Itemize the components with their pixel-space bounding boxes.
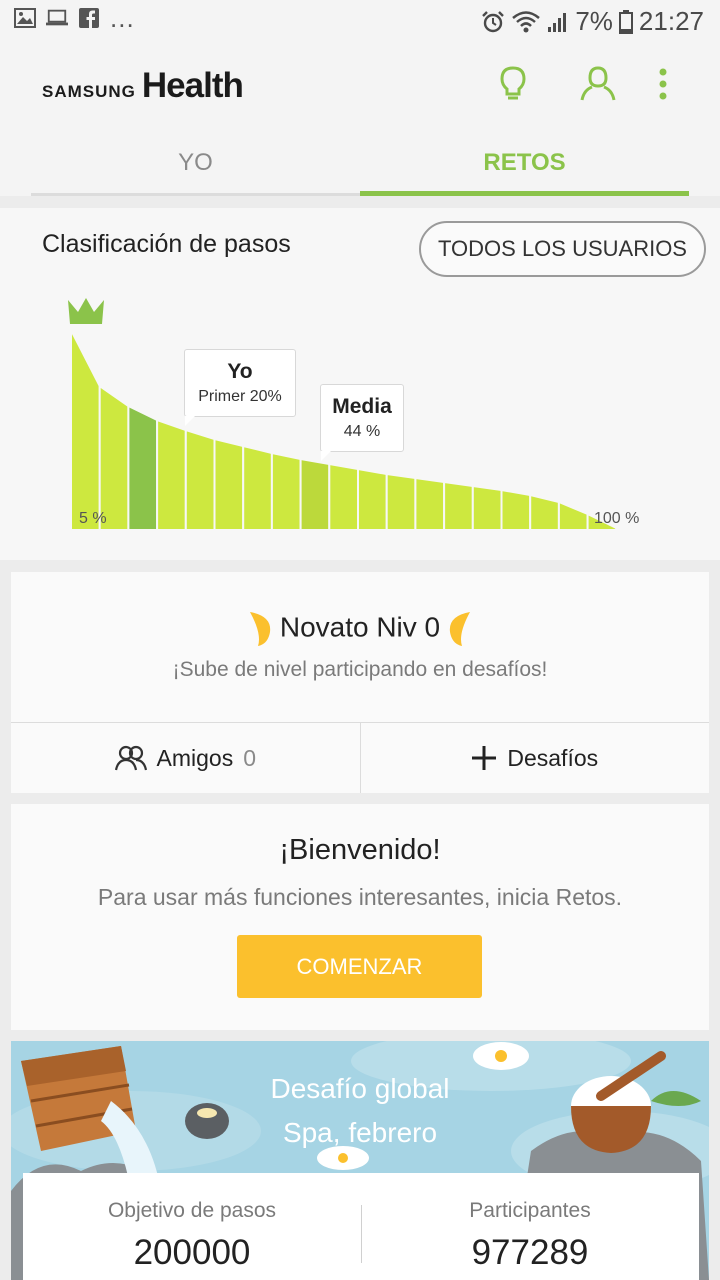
ranking-bar-4: [156, 418, 187, 531]
more-options-icon[interactable]: [643, 64, 683, 104]
challenge-title-line1: Desafío global: [270, 1073, 450, 1104]
ranking-bar-15: [471, 484, 503, 531]
more-notifications-indicator: ...: [110, 3, 135, 33]
friends-button[interactable]: Amigos 0: [11, 723, 360, 793]
battery-percent: 7%: [575, 6, 613, 36]
ranking-bar-5: [184, 428, 216, 531]
logo-samsung-text: SAMSUNG: [42, 82, 136, 101]
image-notification-icon: [14, 8, 36, 28]
ranking-bar-16: [500, 488, 532, 531]
tab-yo[interactable]: YO: [31, 136, 360, 196]
ranking-bar-14: [443, 480, 474, 531]
ranking-bar-7: [242, 444, 273, 531]
axis-start-label: 5 %: [79, 510, 107, 527]
ranking-bar-10: [328, 462, 359, 531]
participants-stat: Participantes 977289: [361, 1199, 699, 1273]
ranking-bar-8: [270, 451, 302, 531]
tab-retos[interactable]: RETOS: [360, 136, 689, 196]
status-bar: ... 7% 21:27: [0, 0, 720, 44]
challenge-title-line2: Spa, febrero: [282, 1117, 438, 1148]
battery-icon: [618, 9, 633, 34]
crown-icon: [68, 298, 104, 324]
level-heading: Novato Niv 0: [11, 610, 709, 648]
ranking-bar-11: [357, 467, 388, 531]
level-subtitle: ¡Sube de nivel participando en desafíos!: [172, 658, 548, 681]
logo-health-text: Health: [141, 66, 244, 105]
app-header: SAMSUNG Health YO RETOS: [0, 44, 720, 196]
goal-stat: Objetivo de pasos 200000: [23, 1199, 361, 1273]
ranking-bar-3: [127, 404, 159, 531]
challenges-button[interactable]: Desafíos: [359, 723, 710, 793]
ranking-bar-1: [70, 329, 101, 531]
ranking-bar-2: [98, 384, 130, 531]
steps-ranking-card: Clasificación de pasos TODOS LOS USUARIO…: [0, 208, 720, 560]
ranking-bar-9: [299, 457, 331, 531]
laptop-notification-icon: [46, 9, 68, 26]
level-title: Novato Niv 0: [279, 611, 441, 643]
challenges-label: Desafíos: [507, 744, 599, 771]
ranking-title: Clasificación de pasos: [42, 230, 291, 258]
participants-value: 977289: [471, 1233, 589, 1272]
signal-icon: [548, 12, 567, 32]
welcome-title: ¡Bienvenido!: [279, 834, 441, 866]
friends-icon: [114, 745, 147, 771]
average-rank-value: 44 %: [343, 423, 381, 440]
samsung-health-logo: SAMSUNG Health: [42, 66, 244, 106]
clock: 21:27: [638, 6, 704, 36]
ranking-bar-20: [615, 526, 646, 531]
goal-label: Objetivo de pasos: [107, 1199, 277, 1222]
profile-icon[interactable]: [578, 64, 618, 104]
friends-count: 0: [243, 744, 256, 771]
welcome-subtitle: Para usar más funciones interesantes, in…: [97, 884, 623, 910]
ranking-bar-17: [529, 493, 560, 531]
all-users-button[interactable]: TODOS LOS USUARIOS: [419, 221, 706, 277]
goal-value: 200000: [133, 1233, 251, 1272]
challenge-title: Desafío global Spa, febrero: [11, 1067, 709, 1155]
average-rank-title: Media: [332, 395, 392, 418]
ranking-bar-6: [213, 437, 245, 531]
lightbulb-icon[interactable]: [493, 64, 533, 104]
facebook-notification-icon: [79, 8, 99, 28]
ranking-bar-12: [385, 472, 417, 531]
level-card: Novato Niv 0 ¡Sube de nivel participando…: [11, 572, 709, 793]
start-button[interactable]: COMENZAR: [237, 935, 482, 998]
plus-icon: [472, 746, 497, 770]
average-rank-callout: Media 44 %: [320, 384, 404, 461]
ranking-bar-18: [557, 500, 589, 531]
my-rank-value: Primer 20%: [198, 388, 282, 405]
challenge-stats: Objetivo de pasos 200000 Participantes 9…: [23, 1173, 699, 1280]
participants-label: Participantes: [469, 1199, 591, 1222]
wifi-icon: [512, 10, 541, 32]
right-wing-icon: [449, 612, 471, 646]
left-wing-icon: [249, 612, 271, 646]
welcome-card: ¡Bienvenido! Para usar más funciones int…: [11, 804, 709, 1030]
my-rank-title: Yo: [227, 360, 253, 383]
friends-label: Amigos: [156, 744, 234, 771]
ranking-bar-13: [414, 476, 446, 531]
axis-end-label: 100 %: [594, 510, 640, 527]
global-challenge-banner[interactable]: Desafío global Spa, febrero Objetivo de …: [11, 1041, 709, 1280]
alarm-icon: [482, 10, 505, 32]
my-rank-callout: Yo Primer 20%: [184, 349, 296, 426]
level-actions: Amigos 0 Desafíos: [11, 722, 709, 793]
